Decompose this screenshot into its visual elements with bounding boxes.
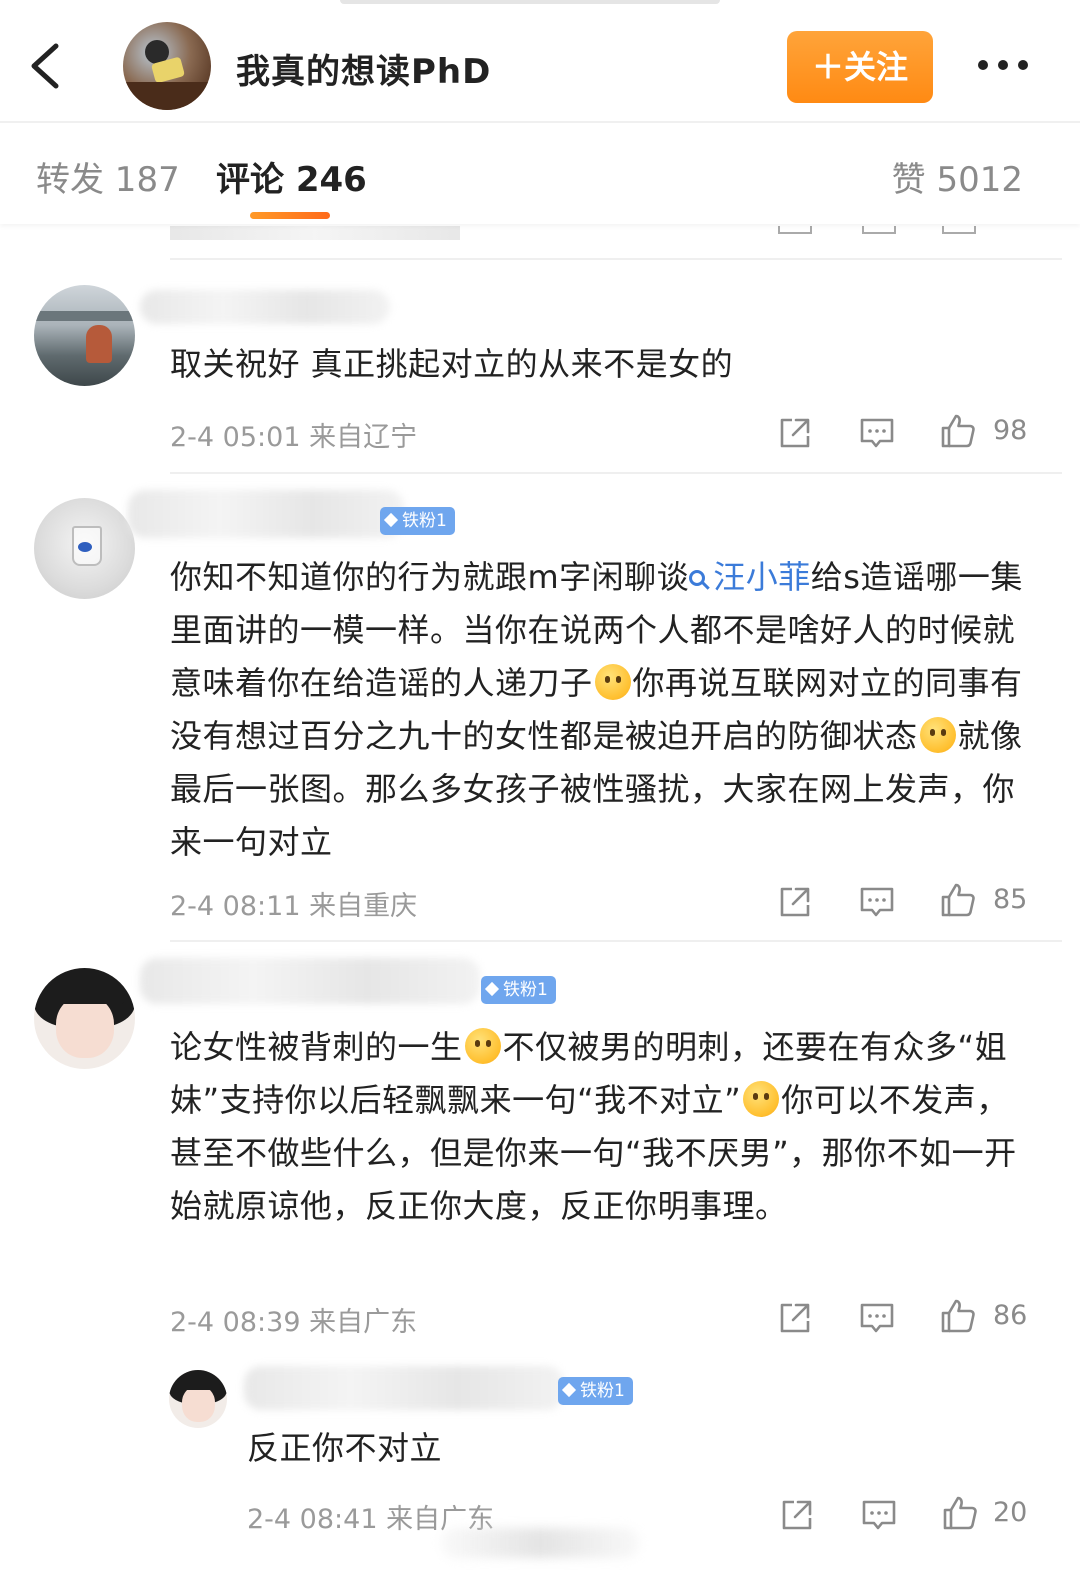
diamond-icon (383, 512, 399, 528)
comment-time: 2-4 08:11 (170, 891, 301, 922)
tab-reposts[interactable]: 转发 187 (36, 152, 180, 201)
previous-comment-actions-cutoff (776, 226, 1036, 238)
mention-link[interactable]: 汪小菲 (689, 558, 811, 596)
diamond-icon (484, 981, 500, 997)
diamond-icon (561, 1382, 577, 1398)
like-count: 98 (993, 415, 1028, 446)
comment-text-part: 你知不知道你的行为就跟m字闲聊谈 (170, 558, 690, 596)
follow-button[interactable]: ＋关注 (787, 31, 933, 103)
share-icon[interactable] (777, 415, 813, 451)
status-notch (340, 0, 720, 4)
comment-time: 2-4 05:01 (170, 422, 301, 453)
username-obscured (128, 490, 404, 538)
thumbs-up-icon[interactable] (942, 1495, 978, 1531)
share-icon[interactable] (777, 1300, 813, 1336)
comment-icon[interactable] (859, 1300, 895, 1336)
thumbs-up-icon[interactable] (940, 882, 976, 918)
comment-location: 来自辽宁 (309, 422, 418, 453)
author-avatar[interactable] (123, 22, 211, 110)
fan-badge: 铁粉1 (481, 976, 556, 1004)
emoji-icon (919, 717, 956, 753)
comment-text-part: 论女性被背刺的一生 (170, 1028, 463, 1066)
fan-badge: 铁粉1 (558, 1377, 633, 1405)
previous-comment-meta-cutoff (170, 226, 470, 240)
reply-text: 反正你不对立 (247, 1429, 443, 1467)
thumbs-up-icon[interactable] (940, 1298, 976, 1334)
share-icon[interactable] (779, 1497, 815, 1533)
tab-bar: 转发 187 评论 246 赞 5012 (0, 124, 1080, 224)
comment-location: 来自广东 (309, 1307, 418, 1338)
more-dots-icon[interactable] (975, 50, 1031, 80)
like-count: 85 (993, 884, 1028, 915)
active-tab-indicator (250, 212, 330, 219)
emoji-icon (594, 664, 631, 700)
top-bar: 我真的想读PhD ＋关注 (0, 0, 1080, 122)
commenter-avatar[interactable] (34, 285, 135, 386)
fan-badge: 铁粉1 (380, 507, 455, 535)
comment-text: 论女性被背刺的一生 不仅被男的明刺，还要在有众多“姐妹”支持你以后轻飘飘来一句“我… (170, 1021, 1030, 1233)
tab-comments[interactable]: 评论 246 (216, 152, 367, 201)
username-obscured (244, 1366, 564, 1410)
comment-text: 取关祝好 真正挑起对立的从来不是女的 (170, 345, 734, 383)
emoji-icon (464, 1028, 501, 1064)
like-count: 20 (993, 1497, 1028, 1528)
commenter-avatar[interactable] (34, 498, 135, 599)
comment-text: 你知不知道你的行为就跟m字闲聊谈 汪小菲给s造谣哪一集里面讲的一模一样。当你在说两… (170, 551, 1030, 869)
comment-icon[interactable] (859, 415, 895, 451)
comment-time: 2-4 08:39 (170, 1307, 301, 1338)
username-obscured (140, 958, 480, 1004)
watermark-obscured (440, 1528, 640, 1558)
share-icon[interactable] (777, 884, 813, 920)
tab-likes[interactable]: 赞 5012 (892, 152, 1023, 201)
account-name[interactable]: 我真的想读PhD (236, 44, 491, 93)
username-obscured (140, 290, 390, 324)
reply-avatar[interactable] (169, 1370, 227, 1428)
comment-meta: 2-4 08:11 来自重庆 (170, 884, 417, 923)
comment-meta: 2-4 05:01 来自辽宁 (170, 415, 417, 454)
mention-name[interactable]: 汪小菲 (713, 558, 811, 596)
fan-badge-label: 铁粉1 (580, 1381, 625, 1401)
search-icon (689, 570, 706, 586)
comment-location: 来自重庆 (309, 891, 418, 922)
like-count: 86 (993, 1300, 1028, 1331)
fan-badge-label: 铁粉1 (503, 980, 548, 1000)
thumbs-up-icon[interactable] (940, 413, 976, 449)
comment-time: 2-4 08:41 (247, 1504, 378, 1535)
comment-meta: 2-4 08:39 来自广东 (170, 1300, 417, 1339)
comment-divider (170, 258, 1062, 260)
comment-divider (170, 940, 1062, 942)
header-divider (0, 121, 1080, 123)
comment-icon[interactable] (859, 884, 895, 920)
commenter-avatar[interactable] (34, 968, 135, 1069)
chevron-left-icon[interactable] (26, 40, 66, 92)
comment-divider (170, 472, 1062, 474)
fan-badge-label: 铁粉1 (402, 511, 447, 531)
emoji-icon (743, 1081, 780, 1117)
comment-icon[interactable] (861, 1497, 897, 1533)
